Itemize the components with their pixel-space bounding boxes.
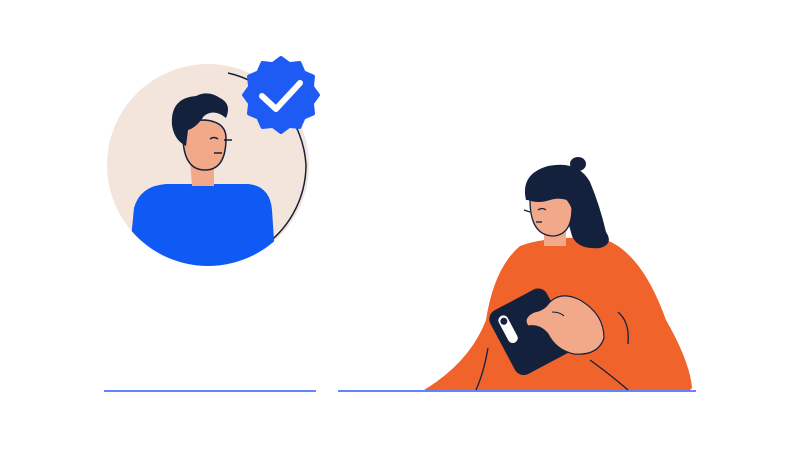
woman-holding-phone (424, 157, 692, 391)
woman-ear (523, 209, 531, 213)
woman-hair-bun (570, 157, 586, 171)
avatar-shirt (128, 184, 276, 266)
verification-illustration (104, 56, 696, 392)
